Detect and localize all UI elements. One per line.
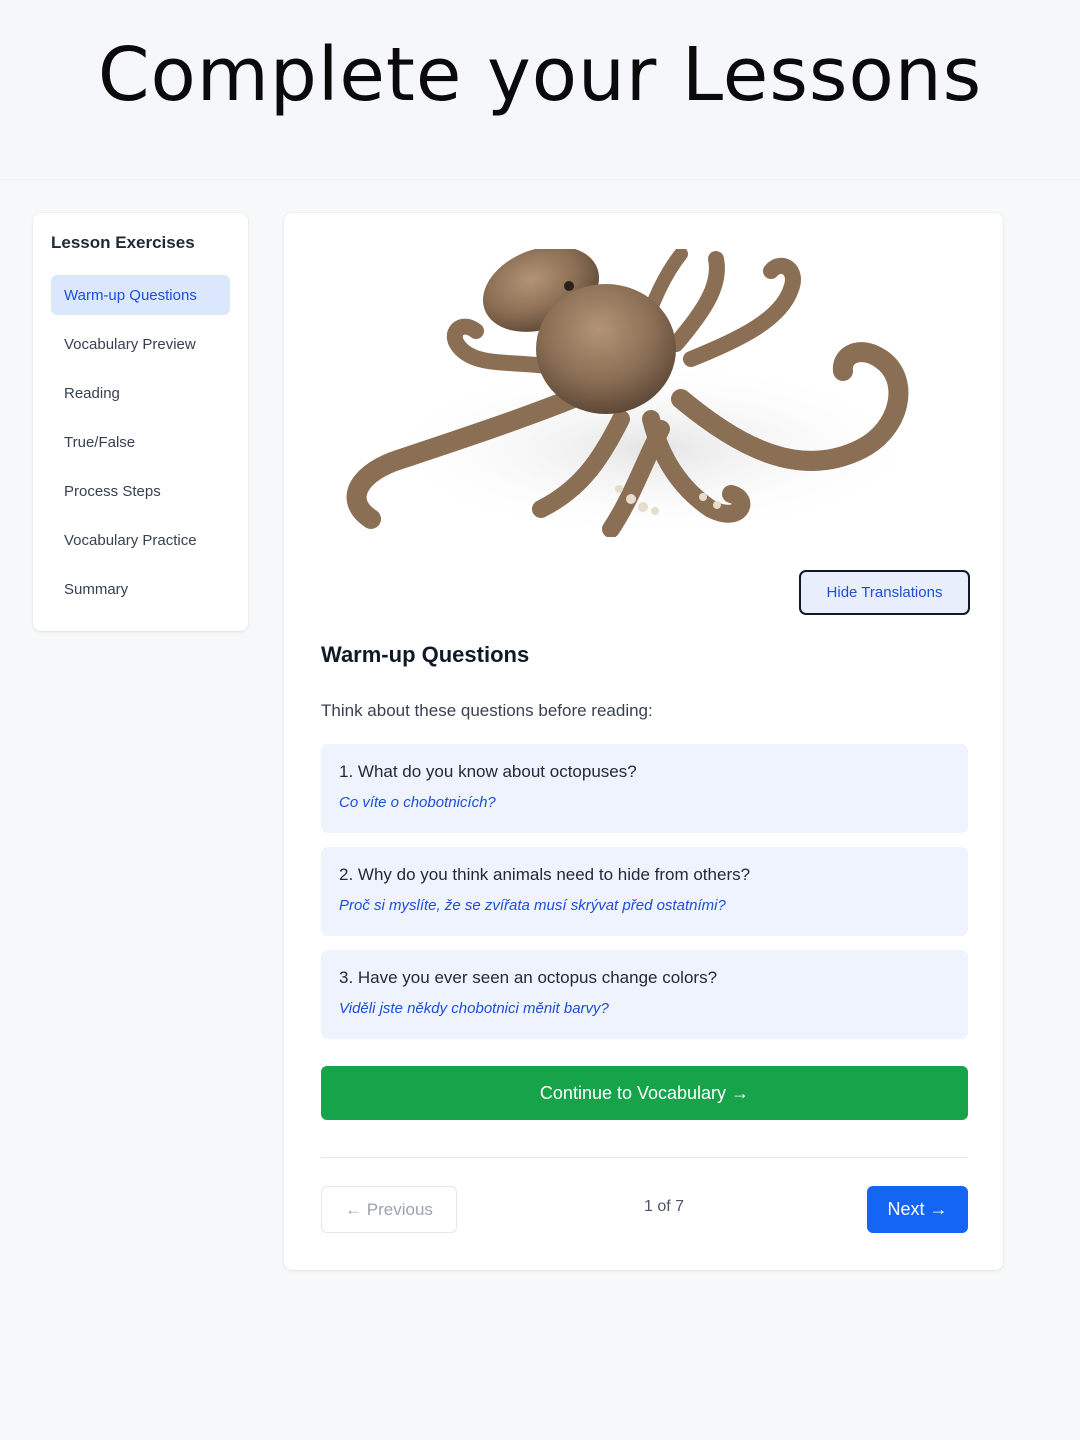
continue-to-vocabulary-button[interactable]: Continue to Vocabulary → — [321, 1066, 968, 1120]
intro-text: Think about these questions before readi… — [321, 701, 653, 720]
page-counter: 1 of 7 — [643, 1198, 685, 1215]
sidebar-item-warm-up-questions[interactable]: Warm-up Questions — [51, 275, 230, 315]
question-text: 1. What do you know about octopuses? — [339, 762, 637, 781]
section-title: Warm-up Questions — [321, 642, 530, 667]
next-button[interactable]: Next → — [867, 1186, 968, 1233]
hide-translations-button[interactable]: Hide Translations — [799, 570, 970, 615]
sidebar-item-process-steps[interactable]: Process Steps — [51, 471, 230, 511]
banner-title: Complete your Lessons — [97, 31, 983, 118]
question-translation: Proč si myslíte, že se zvířata musí skrý… — [339, 897, 726, 914]
sidebar-title: Lesson Exercises — [51, 233, 195, 252]
lesson-card: Hide Translations Warm-up Questions Thin… — [284, 213, 1003, 1270]
previous-button[interactable]: ← Previous — [321, 1186, 457, 1233]
question-translation: Co víte o chobotnicích? — [339, 794, 496, 811]
question-text: 2. Why do you think animals need to hide… — [339, 865, 751, 884]
sidebar-item-vocabulary-practice[interactable]: Vocabulary Practice — [51, 520, 230, 560]
question-translation: Viděli jste někdy chobotnici měnit barvy… — [339, 1000, 609, 1017]
sidebar-item-vocabulary-preview[interactable]: Vocabulary Preview — [51, 324, 230, 364]
question-list: 1. What do you know about octopuses? Co … — [321, 744, 968, 1053]
sidebar-item-summary[interactable]: Summary — [51, 569, 230, 609]
sidebar-item-reading[interactable]: Reading — [51, 373, 230, 413]
question-text: 3. Have you ever seen an octopus change … — [339, 968, 718, 987]
lesson-sidebar: Lesson Exercises Warm-up Questions Vocab… — [33, 213, 248, 631]
divider — [321, 1157, 968, 1158]
octopus-image — [321, 249, 967, 537]
sidebar-list: Warm-up Questions Vocabulary Preview Rea… — [51, 275, 230, 609]
sidebar-item-true-false[interactable]: True/False — [51, 422, 230, 462]
question-card: 1. What do you know about octopuses? Co … — [321, 744, 968, 833]
question-card: 2. Why do you think animals need to hide… — [321, 847, 968, 936]
question-card: 3. Have you ever seen an octopus change … — [321, 950, 968, 1039]
banner: Complete your Lessons — [0, 0, 1080, 180]
